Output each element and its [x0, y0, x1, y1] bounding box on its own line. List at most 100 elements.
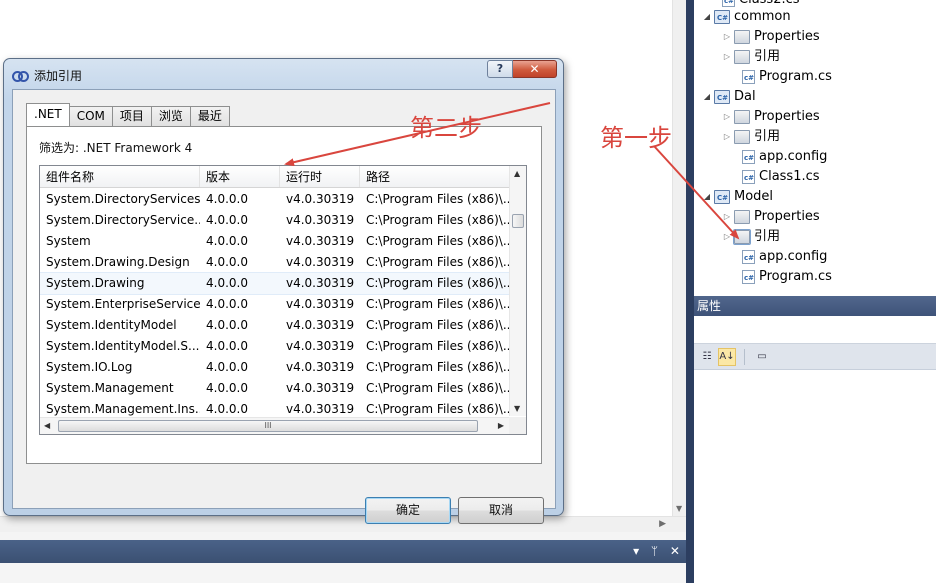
tree-item-properties[interactable]: ▷ Properties	[720, 27, 820, 47]
list-item[interactable]: System 4.0.0.0 v4.0.30319 C:\Program Files …	[40, 231, 510, 252]
tree-item-program-cs[interactable]: Program.cs	[742, 267, 832, 288]
component-runtime: v4.0.30319	[286, 360, 355, 374]
list-item[interactable]: System.Drawing 4.0.0.0 v4.0.30319 C:\Progra…	[40, 272, 511, 295]
tree-item-references[interactable]: ▷ 引用	[720, 127, 780, 147]
tab-recent[interactable]: 最近	[189, 106, 230, 126]
expanded-triangle-icon[interactable]: ◢	[700, 187, 714, 207]
tree-item-properties[interactable]: ▷ Properties	[720, 107, 820, 127]
component-path: C:\Program Files (x86)\...	[366, 297, 510, 311]
scroll-thumb[interactable]: III	[58, 420, 478, 432]
tree-item-program-cs[interactable]: Program.cs	[742, 67, 832, 88]
expanded-triangle-icon[interactable]: ◢	[700, 7, 714, 27]
tree-item-references-selected[interactable]: ▷ 引用	[720, 227, 780, 247]
tab-com[interactable]: COM	[68, 106, 113, 126]
component-name: System.Drawing	[46, 276, 145, 290]
tree-item-dal[interactable]: ◢ Dal	[700, 87, 756, 108]
collapsed-triangle-icon[interactable]: ▷	[720, 107, 734, 127]
editor-horizontal-scrollbar[interactable]: ▶	[0, 516, 686, 532]
tree-item-model[interactable]: ◢ Model	[700, 187, 773, 208]
component-version: 4.0.0.0	[206, 213, 248, 227]
tree-item-label: 引用	[754, 49, 781, 64]
list-item[interactable]: System.EnterpriseServices 4.0.0.0 v4.0.303…	[40, 294, 510, 315]
window-buttons: ? ✕	[487, 60, 557, 78]
component-name: System.IdentityModel.S...	[46, 339, 200, 353]
component-name: System	[46, 234, 91, 248]
component-name: System.IdentityModel	[46, 318, 177, 332]
tree-item-label: Dal	[734, 89, 756, 104]
component-name: System.Drawing.Design	[46, 255, 190, 269]
component-version: 4.0.0.0	[206, 360, 248, 374]
column-header-version[interactable]: 版本	[200, 166, 280, 187]
component-version: 4.0.0.0	[206, 318, 248, 332]
property-pages-icon[interactable]: ▭	[753, 348, 771, 366]
scroll-down-icon[interactable]: ▼	[514, 404, 520, 413]
column-header-runtime[interactable]: 运行时	[280, 166, 360, 187]
collapsed-triangle-icon[interactable]: ▷	[720, 47, 734, 67]
list-item[interactable]: System.Management 4.0.0.0 v4.0.30319 C:\Pro…	[40, 378, 510, 399]
scroll-up-icon[interactable]: ▲	[514, 169, 520, 178]
properties-panel-title: 属性	[694, 296, 936, 316]
list-vertical-scrollbar[interactable]: ▲ ▼	[509, 166, 526, 416]
dialog-client-area: .NET COM 项目 浏览 最近 筛选为: .NET Framework 4 …	[12, 89, 556, 524]
scroll-left-icon[interactable]: ◀	[44, 421, 50, 430]
component-path: C:\Program Files (x86)\...	[366, 234, 510, 248]
component-runtime: v4.0.30319	[286, 318, 355, 332]
tree-item-label: Properties	[754, 109, 820, 124]
tab-projects[interactable]: 项目	[111, 106, 152, 126]
tree-item-label: 引用	[754, 129, 781, 144]
editor-vertical-scrollbar[interactable]: ▼	[672, 0, 686, 516]
collapsed-triangle-icon[interactable]: ▷	[720, 227, 734, 247]
component-name: System.IO.Log	[46, 360, 133, 374]
list-item[interactable]: System.IdentityModel.S... 4.0.0.0 v4.0.303…	[40, 336, 510, 357]
tab-browse[interactable]: 浏览	[150, 106, 191, 126]
panel-window-controls[interactable]: ▾ ᛘ ✕	[633, 544, 684, 558]
component-version: 4.0.0.0	[206, 339, 248, 353]
cs-file-icon	[742, 268, 755, 288]
tree-item-properties[interactable]: ▷ Properties	[720, 207, 820, 227]
scroll-down-icon[interactable]: ▼	[676, 504, 682, 513]
list-item[interactable]: System.IO.Log 4.0.0.0 v4.0.30319 C:\Program…	[40, 357, 510, 378]
list-item[interactable]: System.Drawing.Design 4.0.0.0 v4.0.30319 C:…	[40, 252, 510, 273]
tab-dotnet[interactable]: .NET	[26, 103, 70, 126]
column-header-name[interactable]: 组件名称	[40, 166, 200, 187]
component-runtime: v4.0.30319	[286, 255, 355, 269]
component-list[interactable]: 组件名称 版本 运行时 路径 System.DirectoryServices 4…	[39, 165, 527, 435]
collapsed-triangle-icon[interactable]: ▷	[720, 27, 734, 47]
scroll-right-icon[interactable]: ▶	[498, 421, 504, 430]
column-header-path[interactable]: 路径	[360, 166, 510, 187]
list-item[interactable]: System.DirectoryService... 4.0.0.0 v4.0.30…	[40, 210, 510, 231]
tree-item-common[interactable]: ◢ common	[700, 7, 791, 28]
tree-item-label: Program.cs	[759, 269, 832, 284]
ok-button[interactable]: 确定	[365, 497, 451, 524]
properties-object-selector[interactable]	[694, 316, 936, 344]
collapsed-triangle-icon[interactable]: ▷	[720, 127, 734, 147]
component-name: System.DirectoryService...	[46, 213, 200, 227]
panel-splitter[interactable]	[686, 0, 694, 583]
tree-item-app-config[interactable]: app.config	[742, 247, 827, 268]
component-version: 4.0.0.0	[206, 381, 248, 395]
cancel-button[interactable]: 取消	[458, 497, 544, 524]
categorized-icon[interactable]: ☷	[698, 348, 716, 366]
help-button[interactable]: ?	[487, 60, 513, 78]
alphabetical-sort-icon[interactable]: A↓	[718, 347, 736, 366]
list-item[interactable]: System.DirectoryServices 4.0.0.0 v4.0.3031…	[40, 189, 510, 210]
scroll-thumb[interactable]	[512, 214, 524, 228]
csharp-project-icon	[714, 88, 730, 108]
scroll-right-icon[interactable]: ▶	[659, 519, 666, 529]
list-horizontal-scrollbar[interactable]: ◀ III ▶	[40, 417, 510, 434]
expanded-triangle-icon[interactable]: ◢	[700, 87, 714, 107]
cs-file-icon	[742, 168, 755, 188]
dialog-titlebar[interactable]: 添加引用	[12, 66, 82, 84]
tree-item-app-config[interactable]: app.config	[742, 147, 827, 168]
component-path: C:\Program Files (x86)\...	[366, 318, 510, 332]
tree-item-references[interactable]: ▷ 引用	[720, 47, 780, 67]
scrollbar-corner	[509, 417, 526, 434]
list-item[interactable]: System.IdentityModel 4.0.0.0 v4.0.30319 C:\…	[40, 315, 510, 336]
solution-explorer: Class2.cs ◢ common ▷ Properties ▷ 引用 Pro…	[694, 0, 936, 290]
dialog-title: 添加引用	[34, 68, 83, 83]
properties-folder-icon	[734, 30, 750, 44]
collapsed-triangle-icon[interactable]: ▷	[720, 207, 734, 227]
close-button[interactable]: ✕	[513, 60, 557, 78]
component-path: C:\Program Files (x86)\...	[366, 339, 510, 353]
tree-item-class1-cs[interactable]: Class1.cs	[742, 167, 820, 188]
